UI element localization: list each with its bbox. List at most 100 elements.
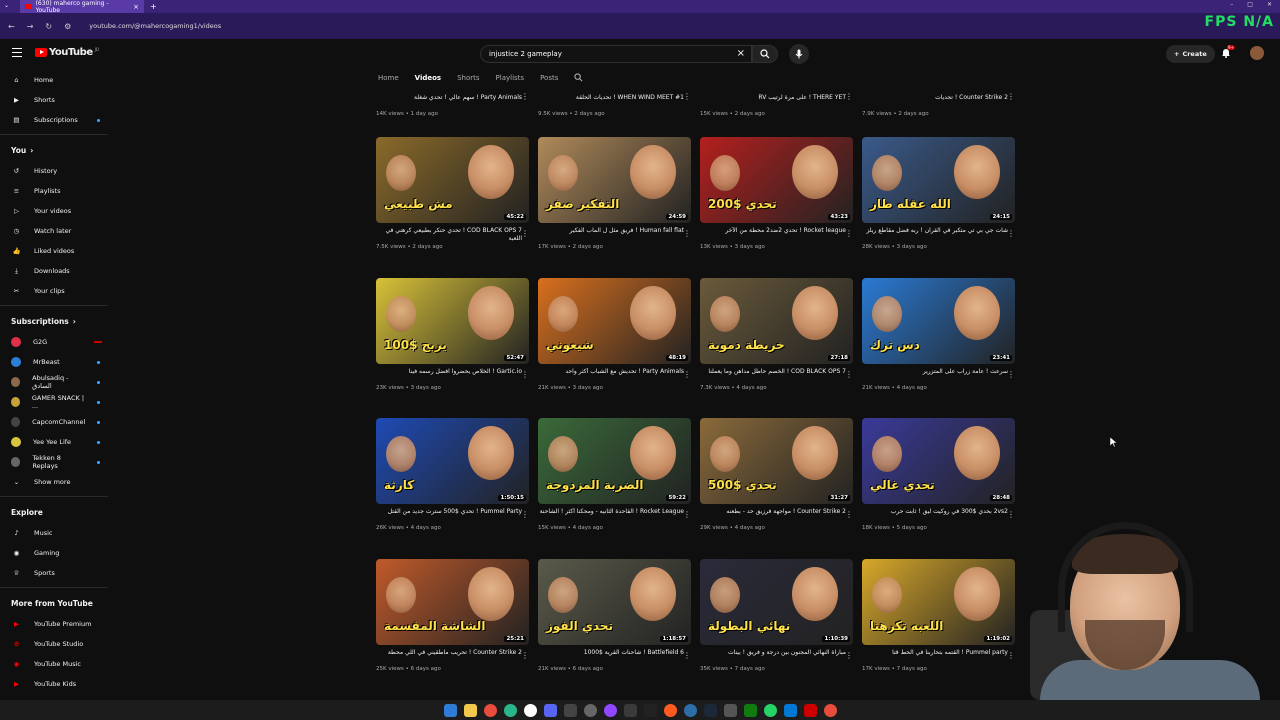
app-icon[interactable] xyxy=(623,703,637,717)
video-card[interactable]: الضربة المزدوجة 59:22 Rocket League ! القا… xyxy=(538,418,691,531)
video-card[interactable]: التفكير صفر 24:59 Human fall flat ! فريق م… xyxy=(538,137,691,250)
capcut-icon[interactable] xyxy=(803,703,817,717)
more-options-icon[interactable]: ⋮ xyxy=(845,370,853,379)
twitch-icon[interactable] xyxy=(603,703,617,717)
sidebar-channel-tekken[interactable]: Tekken 8 Replays xyxy=(0,452,116,472)
sidebar-item-playlists[interactable]: ≡ Playlists xyxy=(0,181,116,201)
app-icon[interactable] xyxy=(663,703,677,717)
video-card-partial[interactable]: THERE YET ! على مرة لرتيب RV 15K views • … xyxy=(700,90,853,117)
video-title[interactable]: 2vs2 بحدي $300 في روكيت ليق ! ثابت حرب xyxy=(862,508,1008,524)
video-thumbnail[interactable]: يربح $100 52:47 xyxy=(376,277,529,364)
tab-posts[interactable]: Posts xyxy=(540,74,558,82)
discord-icon[interactable] xyxy=(543,703,557,717)
more-options-icon[interactable]: ⋮ xyxy=(683,92,691,101)
sidebar-item-home[interactable]: ⌂ Home xyxy=(0,70,116,90)
sidebar-item-your-videos[interactable]: ▷ Your videos xyxy=(0,201,116,221)
video-title[interactable]: Counter Strike 2 ! تحديات xyxy=(862,94,1008,110)
video-card[interactable]: الله عقله طار 24:15 شات جي بي تي متكبر في … xyxy=(862,137,1015,250)
sidebar-you-heading[interactable]: You › xyxy=(0,139,116,161)
video-thumbnail[interactable]: تحدي غالي 28:48 xyxy=(862,418,1015,504)
video-thumbnail[interactable]: نهائي البطولة 1:10:39 xyxy=(700,558,853,645)
video-title[interactable]: WHEN WIND MEET #1 ! تحديات الحلقة xyxy=(538,94,684,110)
video-card[interactable]: خريطة دموية 27:18 COD BLACK OPS 7 ! الخصم … xyxy=(700,277,853,391)
back-icon[interactable]: ← xyxy=(8,22,15,31)
video-title[interactable]: Battlefield 6 ! شاحنات القرية $1000 xyxy=(538,649,684,665)
search-button[interactable] xyxy=(752,45,778,63)
video-title[interactable]: Rocket league ! تحدي 2ضد2 محطة من الآخر xyxy=(700,227,846,243)
file-explorer-icon[interactable] xyxy=(463,703,477,717)
app-icon[interactable] xyxy=(583,703,597,717)
more-options-icon[interactable]: ⋮ xyxy=(521,651,529,660)
video-title[interactable]: Rocket League ! القاحدة الثانيه - ومحكنا… xyxy=(538,508,684,524)
more-options-icon[interactable]: ⋮ xyxy=(1007,92,1015,101)
search-input[interactable]: injustice 2 gameplay × xyxy=(480,45,752,63)
video-title[interactable]: مباراة النهائي المجنون بين درجة و فريق !… xyxy=(700,649,846,665)
video-card[interactable]: مش طبيعي 45:22 COD BLACK OPS 7 ! تحدي حنكر… xyxy=(376,137,529,250)
video-title[interactable]: Counter Strike 2 ! مواجهة فرزيق حد - بطع… xyxy=(700,508,846,524)
video-thumbnail[interactable]: الله عقله طار 24:15 xyxy=(862,137,1015,223)
video-card[interactable]: تحدي $500 31:27 Counter Strike 2 ! مواجهة … xyxy=(700,418,853,531)
video-card[interactable]: كارثة 1:50:15 Pummel Party ! تحدي $500 ستر… xyxy=(376,418,529,531)
xbox-icon[interactable] xyxy=(743,703,757,717)
clear-search-icon[interactable]: × xyxy=(737,48,745,59)
youtube-logo[interactable]: YouTube JO xyxy=(35,47,99,58)
forward-icon[interactable]: → xyxy=(27,22,34,31)
sidebar-item-music-app[interactable]: ◉ YouTube Music xyxy=(0,654,116,674)
tab-playlists[interactable]: Playlists xyxy=(496,74,525,82)
chrome-icon[interactable] xyxy=(483,703,497,717)
video-title[interactable]: شات جي بي تي متكبر في القرآن ! ربه فضل م… xyxy=(862,227,1009,243)
video-title[interactable]: Counter Strike 2 ! تحريب ماطقيني في اللي… xyxy=(376,649,522,665)
site-info-icon[interactable]: ⚙ xyxy=(64,22,71,31)
sidebar-item-downloads[interactable]: ⤓ Downloads xyxy=(0,261,116,281)
video-title[interactable]: Human fall flat ! فريق مثل ل الماب الفكي… xyxy=(538,227,684,243)
video-thumbnail[interactable]: تحدي $500 31:27 xyxy=(700,418,853,504)
more-options-icon[interactable]: ⋮ xyxy=(521,92,529,101)
sidebar-item-your-clips[interactable]: ✂ Your clips xyxy=(0,281,116,301)
more-options-icon[interactable]: ⋮ xyxy=(845,651,853,660)
more-options-icon[interactable]: ⋮ xyxy=(845,229,853,238)
reload-icon[interactable]: ↻ xyxy=(45,22,52,31)
sidebar-subscriptions-heading[interactable]: Subscriptions › xyxy=(0,310,116,332)
app-icon[interactable] xyxy=(683,703,697,717)
sidebar-item-watch-later[interactable]: ◷ Watch later xyxy=(0,221,116,241)
video-thumbnail[interactable]: كارثة 1:50:15 xyxy=(376,418,529,504)
video-thumbnail[interactable]: اللعبه تكرهنا 1:19:02 xyxy=(862,558,1015,645)
more-options-icon[interactable]: ⋮ xyxy=(521,510,529,519)
video-title[interactable]: COD BLACK OPS 7 ! تحدي حنكر بطبيعي كرهني… xyxy=(376,227,522,243)
close-window-icon[interactable]: ✕ xyxy=(1267,1,1272,8)
more-options-icon[interactable]: ⋮ xyxy=(1007,370,1015,379)
app-icon[interactable] xyxy=(723,703,737,717)
video-title[interactable]: Party Animals ! سهم عالي ! تحدي شغلة xyxy=(376,94,522,110)
steam-icon[interactable] xyxy=(703,703,717,717)
notifications-button[interactable]: 9+ xyxy=(1221,45,1235,60)
more-options-icon[interactable]: ⋮ xyxy=(683,370,691,379)
sidebar-channel-capcom[interactable]: CapcomChannel xyxy=(0,412,116,432)
video-title[interactable]: Gartic.io ! الخلاص يحضروا افضل رسمه فينا xyxy=(376,368,522,384)
tab-search-icon[interactable]: ⌄ xyxy=(4,2,9,9)
sidebar-item-studio[interactable]: ⚙ YouTube Studio xyxy=(0,634,116,654)
sidebar-item-liked-videos[interactable]: 👍 Liked videos xyxy=(0,241,116,261)
edge-icon[interactable] xyxy=(503,703,517,717)
create-button[interactable]: + Create xyxy=(1166,45,1215,63)
sidebar-channel-abulsadiq[interactable]: Abulsadiq - السادق xyxy=(0,372,116,392)
more-options-icon[interactable]: ⋮ xyxy=(521,370,529,379)
video-title[interactable]: سرعت ! عامة زراب على المتزرير xyxy=(862,368,1008,384)
video-title[interactable]: Party Animals ! تحديش مع الشباب أكثر واح… xyxy=(538,368,684,384)
video-card[interactable]: نهائي البطولة 1:10:39 مباراة النهائي المجن… xyxy=(700,558,853,672)
video-thumbnail[interactable]: خريطة دموية 27:18 xyxy=(700,277,853,364)
tab-home[interactable]: Home xyxy=(378,74,399,82)
more-options-icon[interactable]: ⋮ xyxy=(683,510,691,519)
sidebar-item-gaming[interactable]: ◉ Gaming xyxy=(0,543,116,563)
browser-tab[interactable]: (630) maherco gaming - YouTube × xyxy=(20,0,144,14)
video-thumbnail[interactable]: الشاشة المقسمة 25:21 xyxy=(376,558,529,645)
tab-shorts[interactable]: Shorts xyxy=(457,74,479,82)
video-title[interactable]: THERE YET ! على مرة لرتيب RV xyxy=(700,94,846,110)
video-thumbnail[interactable]: تحدي $200 43:23 xyxy=(700,137,853,223)
menu-icon[interactable] xyxy=(12,48,22,60)
video-thumbnail[interactable]: تحدي الفوز 1:18:57 xyxy=(538,558,691,645)
account-avatar[interactable] xyxy=(1250,46,1264,60)
more-options-icon[interactable]: ⋮ xyxy=(845,92,853,101)
video-card[interactable]: تحدي غالي 28:48 2vs2 بحدي $300 في روكيت لي… xyxy=(862,418,1015,531)
voice-search-button[interactable] xyxy=(789,44,809,64)
video-card[interactable]: الشاشة المقسمة 25:21 Counter Strike 2 ! تح… xyxy=(376,558,529,672)
